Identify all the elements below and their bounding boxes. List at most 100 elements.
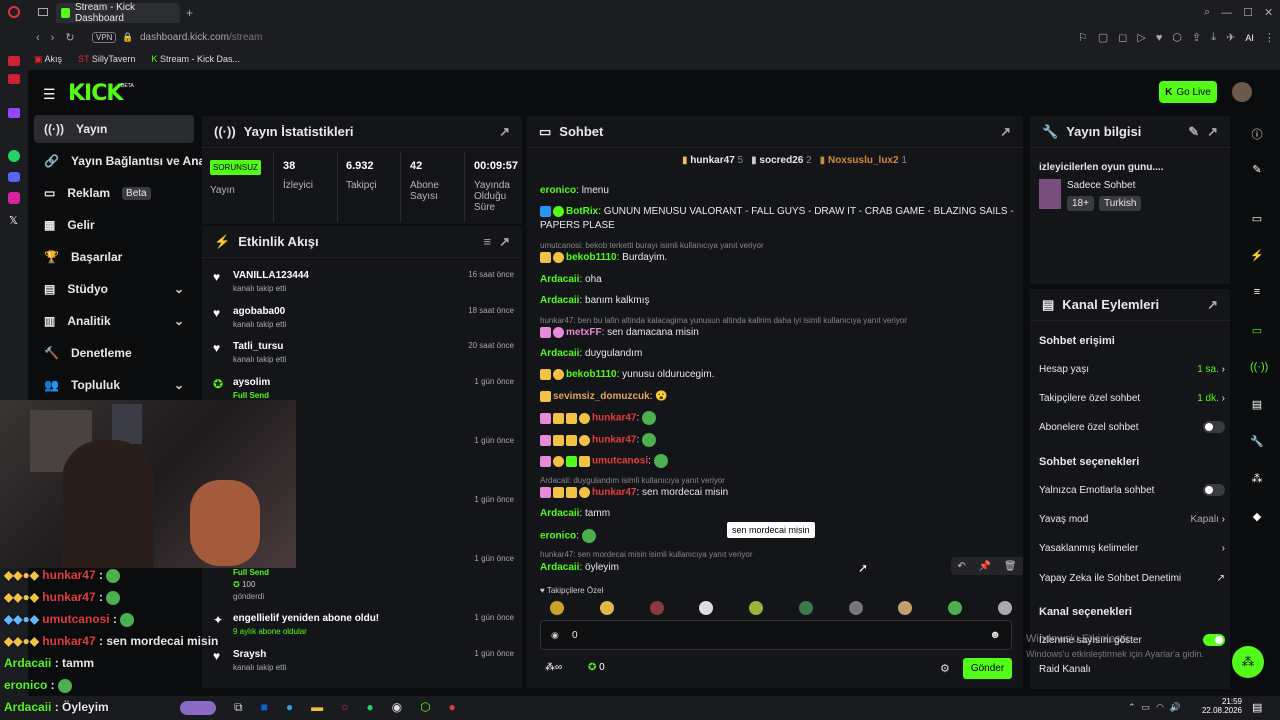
menu-icon[interactable]: ⋮ (1264, 31, 1275, 44)
download-icon[interactable]: ⤓ (1211, 31, 1216, 44)
chat-message[interactable]: hunkar47: sen mordecai misin (540, 486, 1015, 500)
popout-icon[interactable]: ↗ (499, 124, 510, 140)
emote-icon[interactable] (848, 601, 863, 615)
whatsapp-icon[interactable] (8, 150, 20, 162)
tray-icon[interactable]: ⌃ (1128, 702, 1136, 713)
leaderboard-item[interactable]: ▮ socred26 2 (751, 155, 812, 166)
emote-icon[interactable] (649, 601, 664, 615)
nav-item-topluluk[interactable]: 👥 Topluluk ⌄ (34, 371, 194, 399)
chat-message[interactable]: Ardacaii: oha (540, 273, 1015, 287)
popout-icon[interactable]: ↗ (1207, 124, 1218, 140)
chat-message[interactable]: bekob1110: yunusu oldurucegim. (540, 368, 1015, 382)
file-explorer-icon[interactable]: ▬ (311, 700, 323, 715)
nav-item-stream-key[interactable]: 🔗Yayın Bağlantısı ve Anahtar (34, 147, 204, 175)
setting-ai-moderation[interactable]: Yapay Zeka ile Sohbet Denetimi ↗ (1039, 568, 1225, 588)
setting-raid[interactable]: Raid Kanalı (1039, 659, 1225, 679)
tab-manager-icon[interactable] (38, 8, 48, 16)
popout-icon[interactable]: ↗ (1207, 297, 1218, 313)
chat-message[interactable]: Ardacaii: öyleyim (540, 561, 940, 575)
setting-banned-words[interactable]: Yasaklanmış kelimeler › (1039, 538, 1225, 558)
back-icon[interactable]: ‹ (36, 32, 40, 44)
volume-icon[interactable]: 🔊 (1170, 702, 1181, 713)
play-icon[interactable]: ▷ (1137, 31, 1145, 44)
wrench-icon[interactable]: 🔧 (1250, 435, 1264, 449)
task-view-icon[interactable]: ⧉ (234, 700, 243, 715)
chat-message[interactable]: sevimsiz_domuzcuk: 😮 (540, 390, 1015, 404)
kick-logo[interactable]: KICK (68, 81, 123, 106)
close-icon[interactable]: ✕ (1264, 6, 1273, 19)
extensions-icon[interactable]: ⬡ (1172, 31, 1182, 44)
sidebar-app-icon[interactable] (8, 74, 20, 84)
taskbar-widget-icon[interactable] (180, 701, 216, 715)
x-twitter-icon[interactable]: 𝕏 (9, 214, 18, 227)
emote-icon[interactable] (997, 601, 1012, 615)
setting-subscribers-only[interactable]: Abonelere özel sohbet (1039, 417, 1225, 437)
clock[interactable]: 21:59 22.08.2026 (1198, 697, 1242, 715)
toggle-switch[interactable] (1203, 421, 1225, 433)
chat-message[interactable]: Ardacaii: duygulandım (540, 347, 1015, 361)
pencil-icon[interactable]: ✎ (1250, 163, 1264, 177)
opera-icon[interactable]: ○ (341, 700, 348, 715)
emote-icon[interactable] (798, 601, 813, 615)
app-icon[interactable]: ⬡ (420, 700, 430, 715)
maximize-icon[interactable]: ☐ (1243, 6, 1253, 19)
popout-icon[interactable]: ↗ (499, 234, 510, 250)
toggle-switch[interactable] (1203, 484, 1225, 496)
chat-input[interactable]: ◉ 0 ☻ (540, 620, 1012, 650)
settings-icon[interactable]: ⚙ (940, 662, 950, 675)
emote-icon[interactable] (948, 601, 963, 615)
emote-icon[interactable] (898, 601, 913, 615)
kicks-balance[interactable]: ✪ 0 (588, 662, 605, 673)
instagram-icon[interactable] (8, 192, 20, 204)
setting-account-age[interactable]: Hesap yaşı 1 sa. › (1039, 359, 1225, 379)
spotify-icon[interactable]: ● (366, 700, 373, 715)
chat-message[interactable]: umutcanosi: (540, 454, 1015, 469)
bookmark-item[interactable]: ST SillyTavern (78, 54, 135, 65)
reload-icon[interactable]: ↻ (65, 31, 74, 44)
broadcast-icon[interactable]: ((·)) (1250, 361, 1268, 375)
info-icon[interactable]: ⓘ (1250, 126, 1264, 141)
new-tab-icon[interactable]: + (186, 6, 193, 20)
camera-icon[interactable]: ◻ (1118, 31, 1127, 44)
vpn-badge[interactable]: VPN (92, 32, 117, 43)
network-icon[interactable]: ▭ (1142, 702, 1151, 713)
tag[interactable]: 18+ (1067, 196, 1094, 211)
chat-message[interactable]: Ardacaii: banım kalkmış (540, 294, 1015, 308)
trash-icon[interactable]: 🗑 (1004, 561, 1017, 572)
actions-icon[interactable]: ▤ (1250, 398, 1264, 412)
cluster-icon[interactable]: ⁂ (1250, 472, 1264, 486)
snapshot-icon[interactable]: ▢ (1098, 31, 1108, 44)
chat-message[interactable]: bekob1110: Burdayim. (540, 251, 1015, 265)
leaderboard-item[interactable]: ▮ hunkar47 5 (682, 155, 743, 166)
chat-message[interactable]: hunkar47: (540, 411, 1015, 426)
minimize-icon[interactable]: — (1221, 7, 1232, 19)
lightning-icon[interactable]: ⚡ (1250, 249, 1264, 263)
emote-icon[interactable] (749, 601, 764, 615)
edge-icon[interactable]: ● (286, 700, 293, 715)
browser-tab[interactable]: Stream - Kick Dashboard (56, 2, 180, 24)
filter-icon[interactable]: ≡ (484, 234, 492, 249)
hamburger-menu-icon[interactable]: ☰ (43, 86, 56, 103)
chat-icon[interactable]: ▭ (1250, 324, 1264, 338)
nav-item-studyo[interactable]: ▤ Stüdyo ⌄ (34, 275, 194, 303)
opera-logo-icon[interactable] (8, 6, 20, 18)
screen-icon[interactable]: ▭ (1250, 212, 1264, 226)
ai-button[interactable]: AI (1245, 33, 1254, 43)
gem-icon[interactable]: ◆ (1250, 510, 1264, 524)
go-live-button[interactable]: K Go Live (1159, 81, 1217, 103)
nav-item-gelir[interactable]: ▦ Gelir (34, 211, 194, 239)
emote-icon[interactable] (599, 601, 614, 615)
nav-item-analitik[interactable]: ▥ Analitik ⌄ (34, 307, 194, 335)
notifications-icon[interactable]: ▤ (1252, 701, 1262, 714)
nav-item-reklam[interactable]: ▭ Reklam Beta (34, 179, 194, 207)
bookmark-item[interactable]: K Stream - Kick Das... (151, 54, 240, 65)
share-icon[interactable]: ⇪ (1192, 31, 1201, 44)
infinity-icon[interactable]: ⁂∞ (545, 662, 562, 673)
chat-message[interactable]: metxFF: sen damacana misin (540, 326, 1015, 340)
forward-icon[interactable]: › (51, 32, 55, 44)
sidebar-app-icon[interactable] (8, 56, 20, 66)
chat-message[interactable]: eronico: lmenu (540, 184, 1015, 198)
list-icon[interactable]: ≡ (1250, 286, 1264, 300)
heart-icon[interactable]: ♥ (1156, 32, 1163, 44)
discord-icon[interactable] (8, 172, 20, 182)
